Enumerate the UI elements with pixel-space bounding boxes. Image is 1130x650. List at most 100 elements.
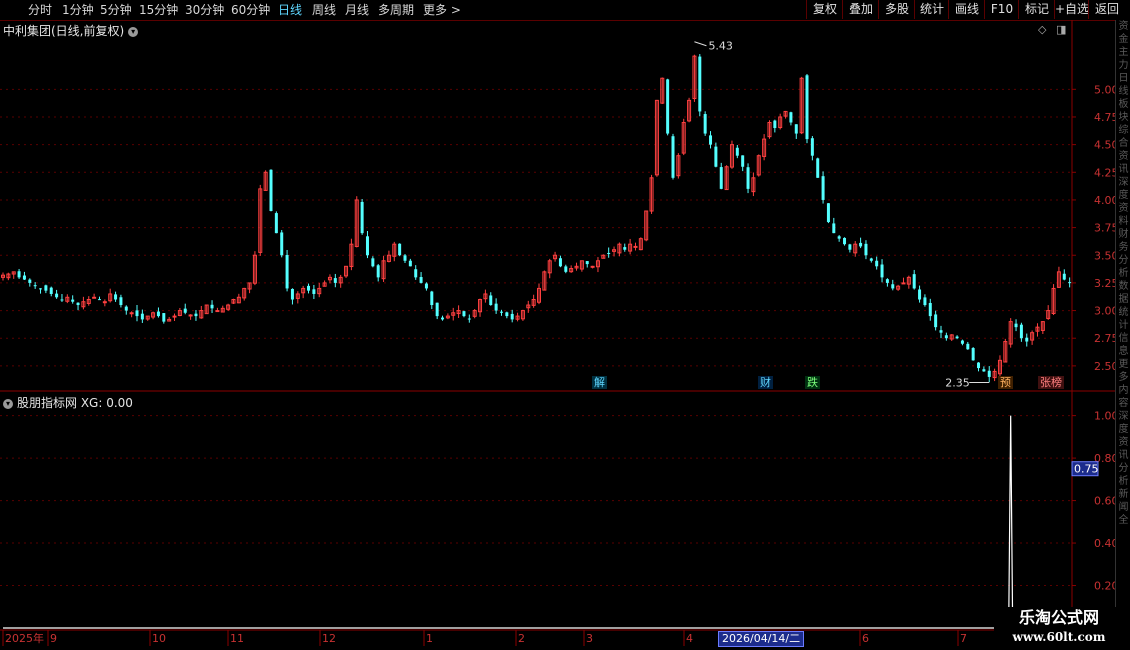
- strip-char: 深: [1118, 411, 1129, 422]
- candle-body: [194, 313, 198, 317]
- strip-char: 线: [1118, 86, 1129, 97]
- candle-body: [880, 264, 884, 278]
- cursor-value: 0.75: [1074, 463, 1099, 476]
- candle-body: [746, 167, 750, 189]
- watermark-line2: www.60lt.com: [1012, 630, 1106, 644]
- candle-body: [162, 313, 166, 322]
- candle-body: [794, 124, 798, 134]
- candle-body: [510, 313, 514, 320]
- candle-body: [928, 302, 932, 317]
- strip-char: 析: [1118, 268, 1129, 279]
- candle-body: [623, 247, 627, 250]
- candle-body: [76, 302, 80, 306]
- candle-body: [859, 242, 863, 247]
- candle-body: [210, 304, 214, 309]
- xg-signal-line: [3, 415, 1070, 629]
- candle-body: [156, 311, 160, 317]
- strip-char: 息: [1118, 346, 1129, 357]
- candle-body: [285, 254, 289, 289]
- event-tag[interactable]: 张榜: [1038, 376, 1064, 389]
- strip-char: 据: [1118, 294, 1129, 305]
- candle-body: [714, 146, 718, 167]
- candle-body: [129, 312, 134, 315]
- strip-char: 度: [1118, 190, 1129, 201]
- candle-body: [837, 236, 841, 239]
- candle-body: [934, 314, 938, 328]
- strip-char: 内: [1118, 385, 1129, 396]
- chevron-down-icon[interactable]: ▾: [3, 398, 13, 409]
- strip-char: 全: [1118, 515, 1129, 526]
- candle-body: [869, 258, 873, 261]
- candle-body: [60, 299, 64, 301]
- candle-body: [590, 265, 595, 268]
- time-label: 7: [960, 632, 967, 645]
- strip-char: 深: [1118, 177, 1129, 188]
- watermark: 乐淘公式网 www.60lt.com: [994, 607, 1124, 647]
- time-label: 3: [586, 632, 593, 645]
- strip-char: 料: [1118, 216, 1129, 227]
- strip-char: 讯: [1118, 164, 1129, 175]
- strip-char: 统: [1118, 307, 1129, 318]
- candle-body: [430, 291, 434, 306]
- candle-body: [312, 289, 316, 294]
- event-tag[interactable]: 解: [592, 376, 607, 389]
- candle-body: [816, 158, 820, 178]
- candle-body: [703, 114, 707, 134]
- strip-char: 析: [1118, 476, 1129, 487]
- candle-body: [826, 203, 830, 223]
- candle-body: [891, 284, 895, 289]
- strip-char: 综: [1118, 125, 1129, 136]
- candle-body: [885, 279, 889, 283]
- candle-body: [1068, 282, 1072, 284]
- candle-body: [365, 236, 369, 256]
- candle-body: [709, 135, 713, 145]
- candle-body: [124, 306, 128, 311]
- candle-body: [789, 112, 793, 123]
- strip-char: 力: [1118, 60, 1129, 71]
- candle-body: [398, 243, 402, 256]
- time-label: 12: [322, 632, 336, 645]
- event-tag[interactable]: 预: [998, 376, 1013, 389]
- candle-body: [1025, 337, 1029, 342]
- strip-char: 日: [1118, 73, 1129, 84]
- indicator-title-bar: ▾ 股朋指标网 XG: 0.00: [3, 394, 133, 411]
- candle-body: [987, 370, 991, 377]
- watermark-line1: 乐淘公式网: [1018, 608, 1099, 627]
- candle-body: [71, 299, 75, 302]
- candle-body: [955, 336, 959, 339]
- high-pointer: [694, 41, 707, 47]
- candle-body: [698, 56, 702, 112]
- price-chart[interactable]: 5.004.754.504.254.003.753.503.253.002.75…: [0, 0, 1130, 650]
- cursor-date: 2026/04/14/二: [718, 631, 805, 647]
- high-label: 5.43: [708, 40, 733, 53]
- candle-body: [719, 167, 723, 189]
- candle-body: [848, 244, 852, 250]
- strip-char: 资: [1118, 437, 1129, 448]
- candle-body: [977, 362, 981, 369]
- candle-body: [1062, 273, 1066, 280]
- candle-body: [55, 293, 59, 298]
- candle-body: [735, 147, 739, 156]
- candle-body: [172, 315, 177, 318]
- indicator-title: 股朋指标网 XG: 0.00: [17, 396, 133, 410]
- candle-body: [966, 343, 970, 350]
- strip-char: 资: [1118, 21, 1129, 32]
- time-label: 2025年: [5, 631, 44, 645]
- candle-body: [376, 265, 380, 278]
- strip-char: 资: [1118, 151, 1129, 162]
- candle-body: [408, 260, 412, 267]
- candle-body: [982, 369, 986, 372]
- strip-char: 闻: [1118, 502, 1129, 513]
- right-info-strip[interactable]: 资金主力日线板块综合资讯深度资料财务分析数据统计信息更多内容深度资讯分析新闻全: [1115, 20, 1130, 630]
- strip-char: 容: [1118, 398, 1129, 409]
- time-label: 2: [518, 632, 525, 645]
- candle-body: [360, 201, 364, 234]
- strip-char: 计: [1118, 320, 1129, 331]
- low-label: 2.35: [945, 376, 970, 389]
- event-tag[interactable]: 跌: [805, 376, 820, 389]
- candle-body: [102, 301, 107, 304]
- event-tag[interactable]: 财: [758, 376, 773, 389]
- strip-char: 分: [1118, 463, 1129, 474]
- strip-char: 板: [1118, 99, 1129, 110]
- candle-body: [333, 278, 337, 283]
